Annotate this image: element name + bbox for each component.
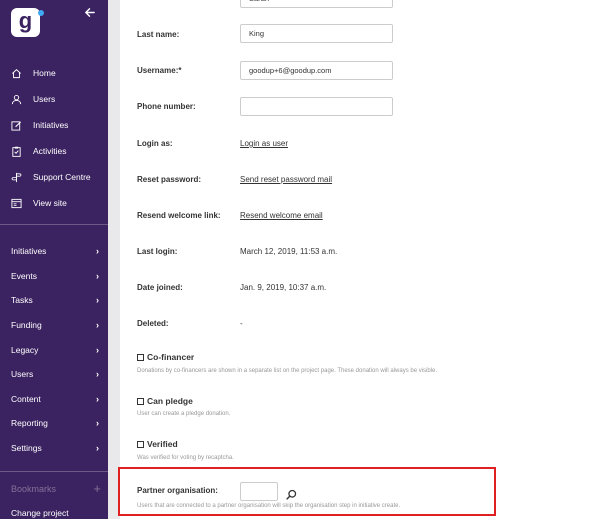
user-icon bbox=[11, 94, 22, 105]
change-project-link[interactable]: Change project bbox=[11, 508, 69, 518]
reset-password-label: Reset password: bbox=[137, 175, 202, 184]
sidebar-item-label: View site bbox=[33, 198, 67, 208]
sidebar-item-view-site[interactable]: View site bbox=[0, 190, 108, 216]
sidebar-item-label: Support Centre bbox=[33, 172, 91, 182]
signpost-icon bbox=[11, 172, 22, 183]
add-bookmark-icon[interactable]: + bbox=[93, 481, 101, 496]
first-name-input[interactable]: Sarah bbox=[240, 0, 393, 8]
sidebar-top-menu: Home Users Initiatives Activities Suppor… bbox=[0, 60, 108, 216]
chevron-right-icon: › bbox=[96, 443, 99, 454]
sidebar-section-events[interactable]: Events › bbox=[0, 264, 108, 289]
section-label: Events bbox=[11, 270, 37, 281]
logo-dot bbox=[38, 10, 44, 16]
sidebar-section-menu: Initiatives › Events › Tasks › Funding › Leg… bbox=[0, 239, 108, 460]
sidebar-divider bbox=[0, 471, 108, 472]
co-financer-row: Co-financer bbox=[137, 352, 194, 362]
logo[interactable]: g bbox=[11, 7, 44, 37]
can-pledge-label: Can pledge bbox=[147, 396, 193, 406]
verified-row: Verified bbox=[137, 439, 178, 449]
section-label: Tasks bbox=[11, 295, 33, 306]
content-gutter bbox=[108, 0, 120, 519]
can-pledge-help: User can create a pledge donation. bbox=[137, 411, 231, 417]
sidebar-divider bbox=[0, 224, 108, 225]
sidebar-section-tasks[interactable]: Tasks › bbox=[0, 288, 108, 313]
home-icon bbox=[11, 68, 22, 79]
arrow-left-icon[interactable] bbox=[84, 5, 95, 21]
chevron-right-icon: › bbox=[96, 295, 99, 306]
verified-help: Was verified for voting by recaptcha. bbox=[137, 455, 234, 461]
deleted-value: - bbox=[240, 319, 243, 328]
phone-input[interactable] bbox=[240, 97, 393, 116]
section-label: Funding bbox=[11, 320, 42, 331]
partner-organisation-help: Users that are connected to a partner or… bbox=[137, 503, 401, 509]
chevron-right-icon: › bbox=[96, 246, 99, 257]
sidebar-item-label: Users bbox=[33, 94, 56, 104]
chevron-right-icon: › bbox=[96, 344, 99, 355]
co-financer-label: Co-financer bbox=[147, 352, 195, 362]
username-label: Username:* bbox=[137, 66, 182, 75]
last-name-input[interactable]: King bbox=[240, 24, 393, 43]
user-form: Sarah Last name: King Username:* goodup+… bbox=[118, 0, 602, 519]
section-label: Reporting bbox=[11, 418, 48, 429]
section-label: Users bbox=[11, 369, 34, 380]
bookmarks-header: Bookmarks + bbox=[11, 481, 101, 496]
sidebar-item-home[interactable]: Home bbox=[0, 60, 108, 86]
clipboard-icon bbox=[11, 146, 22, 157]
send-reset-password-link[interactable]: Send reset password mail bbox=[240, 175, 332, 184]
logo-letter: g bbox=[18, 7, 33, 33]
verified-label: Verified bbox=[147, 439, 178, 449]
sidebar-item-label: Initiatives bbox=[33, 120, 69, 130]
bookmarks-label: Bookmarks bbox=[11, 484, 57, 494]
section-label: Content bbox=[11, 393, 41, 404]
sidebar: g Home Users Initiatives Activities Supp… bbox=[0, 0, 108, 519]
resend-welcome-email-link[interactable]: Resend welcome email bbox=[240, 211, 323, 220]
chevron-right-icon: › bbox=[96, 270, 99, 281]
section-label: Legacy bbox=[11, 344, 39, 355]
sidebar-item-support-centre[interactable]: Support Centre bbox=[0, 164, 108, 190]
can-pledge-checkbox[interactable] bbox=[137, 397, 144, 405]
deleted-label: Deleted: bbox=[137, 319, 169, 328]
search-icon[interactable] bbox=[286, 487, 297, 500]
sidebar-section-settings[interactable]: Settings › bbox=[0, 436, 108, 461]
chevron-right-icon: › bbox=[96, 320, 99, 331]
chevron-right-icon: › bbox=[96, 393, 99, 404]
sidebar-section-reporting[interactable]: Reporting › bbox=[0, 411, 108, 436]
browser-icon bbox=[11, 198, 22, 209]
co-financer-help: Donations by co-financers are shown in a… bbox=[137, 368, 438, 374]
sidebar-item-label: Home bbox=[33, 68, 56, 78]
partner-organisation-input[interactable] bbox=[240, 482, 278, 501]
last-login-label: Last login: bbox=[137, 247, 178, 256]
last-name-label: Last name: bbox=[137, 30, 180, 39]
sidebar-item-users[interactable]: Users bbox=[0, 86, 108, 112]
date-joined-value: Jan. 9, 2019, 10:37 a.m. bbox=[240, 283, 327, 292]
partner-organisation-label: Partner organisation: bbox=[137, 486, 218, 495]
sidebar-section-initiatives[interactable]: Initiatives › bbox=[0, 239, 108, 264]
sidebar-section-funding[interactable]: Funding › bbox=[0, 313, 108, 338]
sidebar-item-label: Activities bbox=[33, 146, 67, 156]
login-as-label: Login as: bbox=[137, 139, 173, 148]
chevron-right-icon: › bbox=[96, 369, 99, 380]
verified-checkbox[interactable] bbox=[137, 440, 144, 448]
sidebar-section-legacy[interactable]: Legacy › bbox=[0, 337, 108, 362]
login-as-user-link[interactable]: Login as user bbox=[240, 139, 288, 148]
sidebar-item-initiatives[interactable]: Initiatives bbox=[0, 112, 108, 138]
username-input[interactable]: goodup+6@goodup.com bbox=[240, 61, 393, 80]
last-login-value: March 12, 2019, 11:53 a.m. bbox=[240, 247, 338, 256]
chevron-right-icon: › bbox=[96, 418, 99, 429]
sidebar-item-activities[interactable]: Activities bbox=[0, 138, 108, 164]
can-pledge-row: Can pledge bbox=[137, 396, 193, 406]
date-joined-label: Date joined: bbox=[137, 283, 183, 292]
co-financer-checkbox[interactable] bbox=[137, 353, 144, 361]
section-label: Initiatives bbox=[11, 246, 47, 257]
sidebar-section-content[interactable]: Content › bbox=[0, 387, 108, 412]
resend-welcome-label: Resend welcome link: bbox=[137, 211, 221, 220]
edit-icon bbox=[11, 120, 22, 131]
sidebar-section-users[interactable]: Users › bbox=[0, 362, 108, 387]
section-label: Settings bbox=[11, 443, 42, 454]
phone-label: Phone number: bbox=[137, 102, 196, 111]
